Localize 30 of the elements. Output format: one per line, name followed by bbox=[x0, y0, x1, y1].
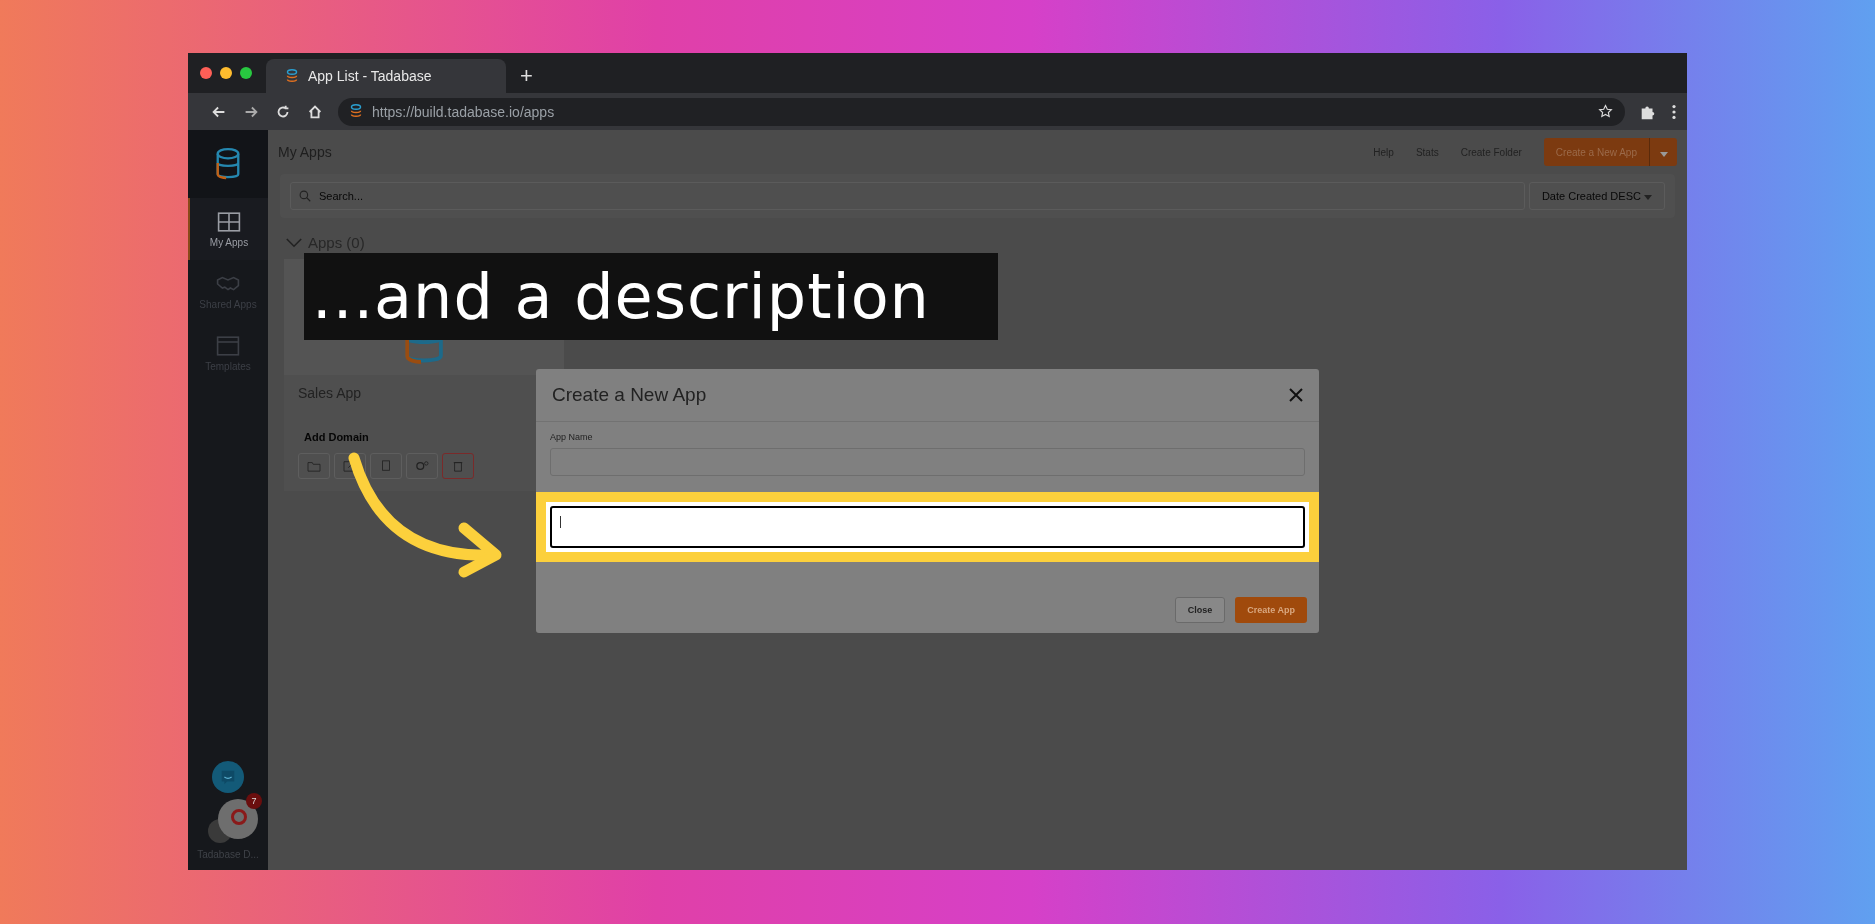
menu-icon[interactable] bbox=[1671, 102, 1677, 121]
search-field[interactable]: Search... bbox=[290, 182, 1525, 210]
window-icon bbox=[216, 334, 240, 357]
sidebar-item[interactable]: My Apps bbox=[188, 198, 268, 260]
minimize-window-icon[interactable] bbox=[220, 67, 232, 79]
create-button[interactable]: Create App bbox=[1235, 597, 1307, 623]
sort-dropdown[interactable]: Date Created DESC bbox=[1528, 182, 1665, 210]
browser-tab[interactable]: App List - Tadabase bbox=[266, 59, 506, 93]
highlighted-text-area[interactable] bbox=[550, 506, 1305, 548]
close-window-icon[interactable] bbox=[200, 67, 212, 79]
new-tab-button[interactable]: + bbox=[514, 63, 539, 89]
close-button[interactable]: Close bbox=[1174, 597, 1226, 623]
bookmark-star-icon[interactable] bbox=[1598, 104, 1613, 119]
notification-badge: 7 bbox=[246, 793, 262, 809]
edit-button[interactable] bbox=[334, 453, 366, 479]
chat-bubble-icon bbox=[219, 768, 237, 786]
grid-icon bbox=[217, 210, 241, 233]
page-icon bbox=[379, 460, 393, 472]
folder-icon bbox=[307, 460, 321, 472]
database-icon bbox=[350, 104, 362, 119]
address-bar[interactable]: https://build.tadabase.io/apps bbox=[338, 97, 1625, 126]
database-logo-icon bbox=[214, 147, 242, 181]
database-icon bbox=[286, 68, 298, 84]
dropdown-button[interactable] bbox=[1649, 138, 1677, 166]
trash-icon bbox=[451, 460, 465, 472]
maximize-window-icon[interactable] bbox=[240, 67, 252, 79]
caption-banner: ...and a description bbox=[304, 253, 998, 340]
close-icon[interactable] bbox=[1289, 388, 1303, 402]
caret-icon bbox=[1659, 151, 1668, 157]
caret-icon bbox=[1644, 195, 1652, 200]
